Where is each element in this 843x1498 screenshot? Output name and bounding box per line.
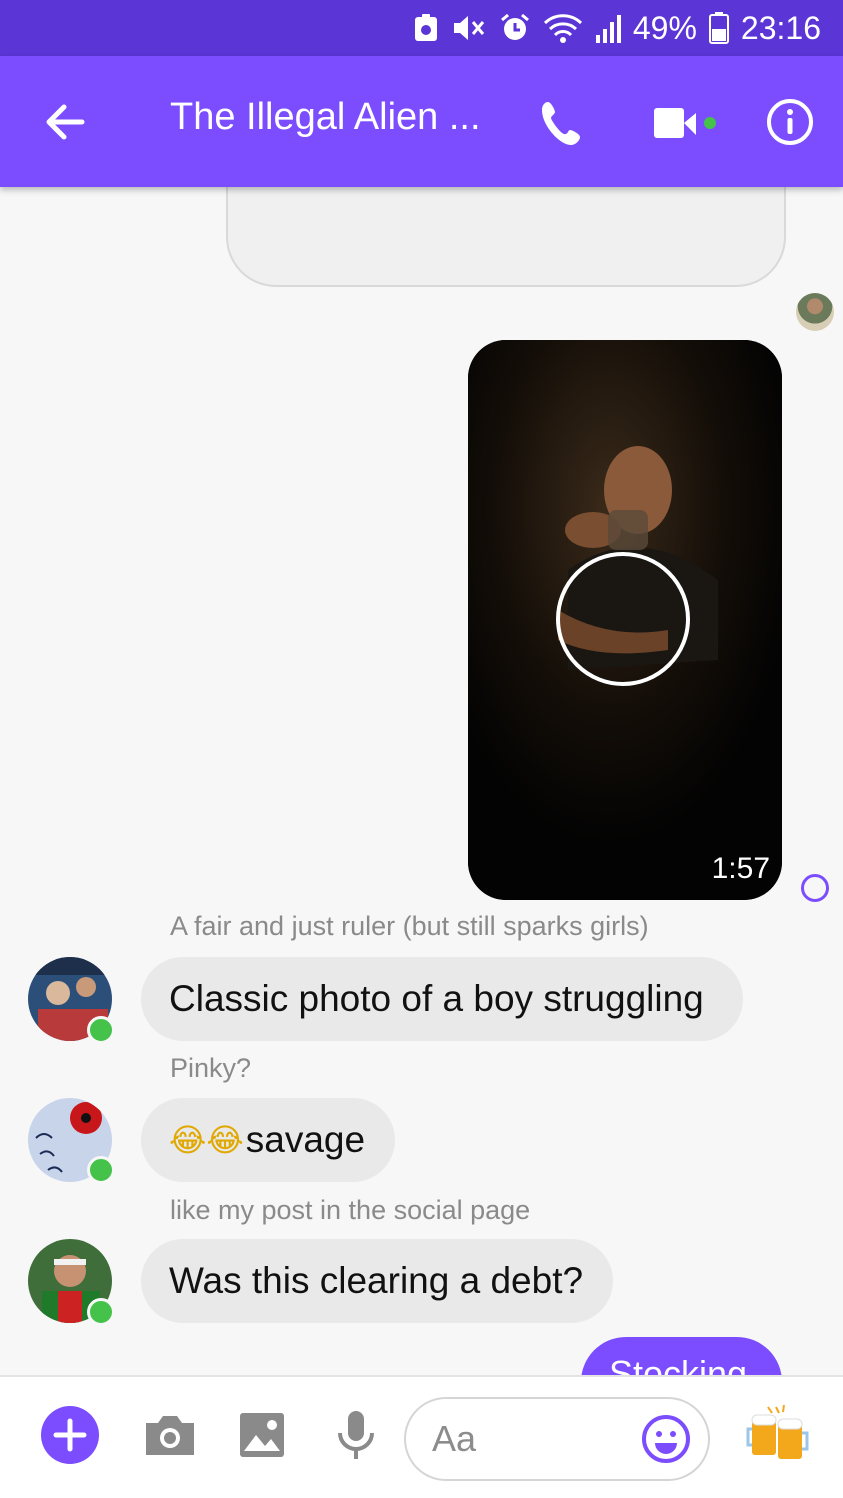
- online-indicator: [87, 1016, 115, 1044]
- online-indicator: [87, 1298, 115, 1326]
- message-composer: Aa: [0, 1375, 843, 1498]
- message-text: Classic photo of a boy struggling: [169, 978, 704, 1019]
- message-text: Stocking: [609, 1353, 748, 1375]
- camera-icon: [146, 1416, 194, 1455]
- message-text: savage: [245, 1119, 366, 1160]
- conversation-title[interactable]: The Illegal Alien ...: [170, 96, 490, 139]
- conversation-info-button[interactable]: [762, 94, 818, 150]
- message-input[interactable]: Aa: [404, 1397, 710, 1481]
- status-bar: 49% 23:16: [0, 0, 843, 56]
- alarm-icon: [499, 12, 531, 44]
- more-actions-button[interactable]: [40, 1405, 100, 1465]
- read-receipt-avatar: [796, 293, 834, 331]
- message-bubble[interactable]: 😂😂 savage: [141, 1098, 395, 1182]
- outgoing-message-bubble[interactable]: Stocking: [581, 1337, 782, 1375]
- battery-percent: 49%: [632, 9, 697, 46]
- online-indicator: [87, 1156, 115, 1184]
- status-indicators: 49% 23:16: [413, 8, 821, 48]
- sent-status-icon: [801, 874, 829, 902]
- mute-icon: [451, 13, 487, 43]
- play-button[interactable]: [556, 552, 690, 686]
- reply-context-label: Pinky?: [170, 1053, 252, 1083]
- previous-message-bubble[interactable]: [226, 187, 786, 287]
- video-duration: 1:57: [711, 852, 770, 885]
- battery-icon: [708, 12, 729, 44]
- beer-icon: [746, 1404, 809, 1459]
- emoji-button[interactable]: [640, 1413, 692, 1465]
- emoji-prefix: 😂😂: [169, 1121, 244, 1159]
- gallery-button[interactable]: [232, 1405, 292, 1465]
- info-icon: [767, 99, 813, 145]
- video-camera-icon: [654, 108, 716, 138]
- recycle-icon: [413, 13, 439, 43]
- video-call-button[interactable]: [650, 96, 730, 152]
- signal-icon: [595, 13, 621, 43]
- message-bubble[interactable]: Classic photo of a boy struggling: [141, 957, 743, 1041]
- reply-context-label: like my post in the social page: [170, 1195, 531, 1225]
- message-bubble[interactable]: Was this clearing a debt?: [141, 1239, 613, 1323]
- clock: 23:16: [740, 9, 821, 46]
- camera-button[interactable]: [140, 1405, 200, 1465]
- video-message[interactable]: 1:57: [468, 340, 782, 900]
- reply-context-label: A fair and just ruler (but still sparks …: [170, 911, 649, 941]
- quick-reaction-button[interactable]: [746, 1401, 812, 1467]
- phone-icon: [542, 102, 580, 145]
- voice-call-button[interactable]: [536, 96, 592, 152]
- add-icon: [41, 1406, 99, 1464]
- message-input-placeholder: Aa: [432, 1418, 477, 1459]
- back-arrow-icon: [46, 104, 85, 140]
- voice-message-button[interactable]: [326, 1405, 386, 1465]
- message-list[interactable]: 1:57 A fair and just ruler (but still sp…: [0, 187, 843, 1375]
- conversation-header: The Illegal Alien ...: [0, 56, 843, 187]
- wifi-icon: [543, 12, 583, 44]
- message-text: Was this clearing a debt?: [169, 1260, 584, 1301]
- image-icon: [240, 1413, 284, 1457]
- emoji-icon: [642, 1415, 690, 1463]
- back-button[interactable]: [38, 94, 94, 150]
- microphone-icon: [338, 1411, 374, 1459]
